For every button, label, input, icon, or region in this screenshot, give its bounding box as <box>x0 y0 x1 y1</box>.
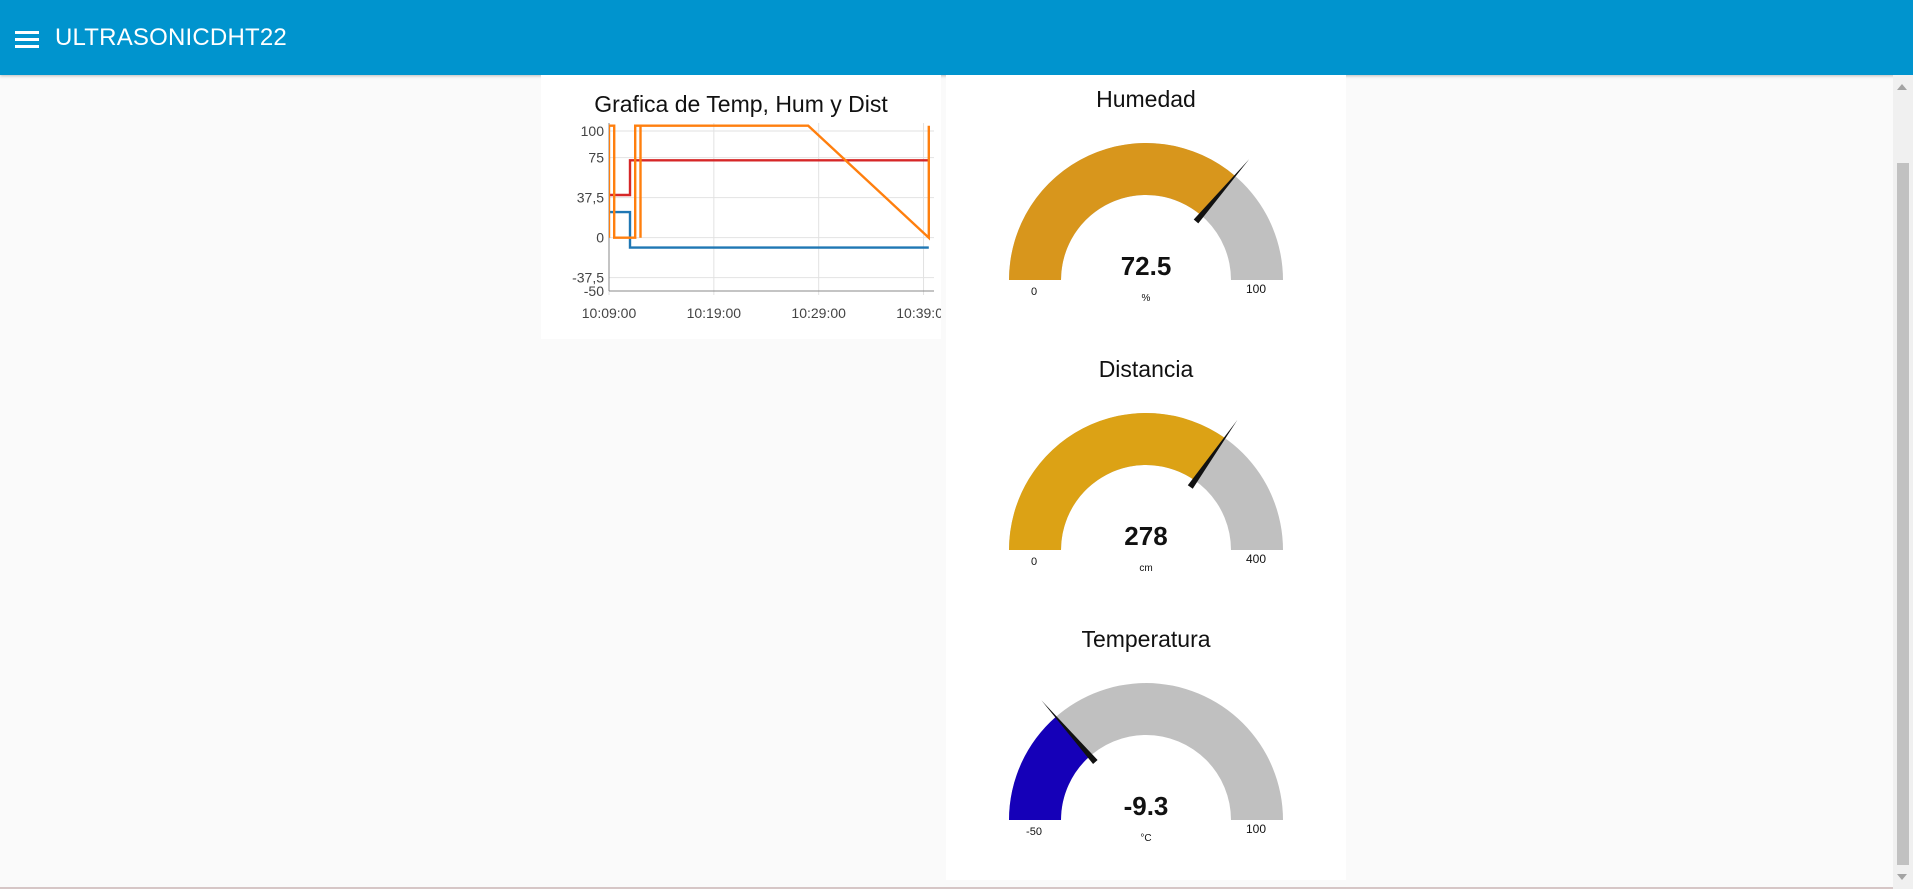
gauge-dial: 72.5% 0 100 <box>1009 142 1283 304</box>
top-toolbar: ULTRASONICDHT22 <box>0 0 1913 75</box>
gauge-min-label: 0 <box>1031 556 1037 568</box>
app-title: ULTRASONICDHT22 <box>55 23 287 51</box>
gauge-distancia: Distancia 278 cm 0 400 <box>946 345 1346 615</box>
gauge-units: cm <box>1139 563 1152 574</box>
scroll-up-icon[interactable] <box>1897 84 1907 90</box>
x-tick-label: 10:19:00 <box>687 305 742 321</box>
y-tick-label: 0 <box>596 230 604 246</box>
vertical-scrollbar[interactable] <box>1893 75 1913 889</box>
menu-icon[interactable] <box>15 28 41 48</box>
x-tick-label: 10:09:00 <box>582 305 637 321</box>
gauge-min-label: 0 <box>1031 286 1037 298</box>
gauge-value: 72.5 <box>1121 251 1172 281</box>
gauge-humedad: Humedad 72.5% 0 100 <box>946 75 1346 345</box>
gauge-units: % <box>1142 293 1151 304</box>
gauge-value: -9.3 <box>1124 791 1169 821</box>
gauge-dial: -9.3 °C -50 100 <box>1009 683 1283 844</box>
line-chart: 1007537,50-37,5-5010:09:00 10:19:00 10:29:… <box>572 123 941 321</box>
gauge-max-label: 400 <box>1246 552 1266 566</box>
gauge-max-label: 100 <box>1246 822 1266 836</box>
chart-card: Grafica de Temp, Hum y Dist 100 75 37,5 0 -3… <box>541 75 941 339</box>
scroll-thumb[interactable] <box>1897 163 1909 865</box>
y-tick-label: 100 <box>581 123 605 139</box>
gauge-units: °C <box>1140 833 1151 844</box>
scroll-down-icon[interactable] <box>1897 874 1907 880</box>
gauges-card: Humedad 72.5% 0 100 Distancia 278 cm 0 400 Te… <box>946 75 1346 880</box>
x-tick-label: 10:39:00 <box>896 305 941 321</box>
y-tick-label: 37,5 <box>577 190 604 206</box>
gauge-max-label: 100 <box>1246 282 1266 296</box>
y-tick-label: -50 <box>584 283 604 299</box>
x-tick-label: 10:29:00 <box>791 305 846 321</box>
gauge-min-label: -50 <box>1026 826 1042 838</box>
gauge-value: 278 <box>1124 521 1167 551</box>
gauge-dial: 278 cm 0 400 <box>1009 413 1283 574</box>
gauge-temperatura: Temperatura -9.3 °C -50 100 <box>946 615 1346 885</box>
y-tick-label: 75 <box>588 150 604 166</box>
